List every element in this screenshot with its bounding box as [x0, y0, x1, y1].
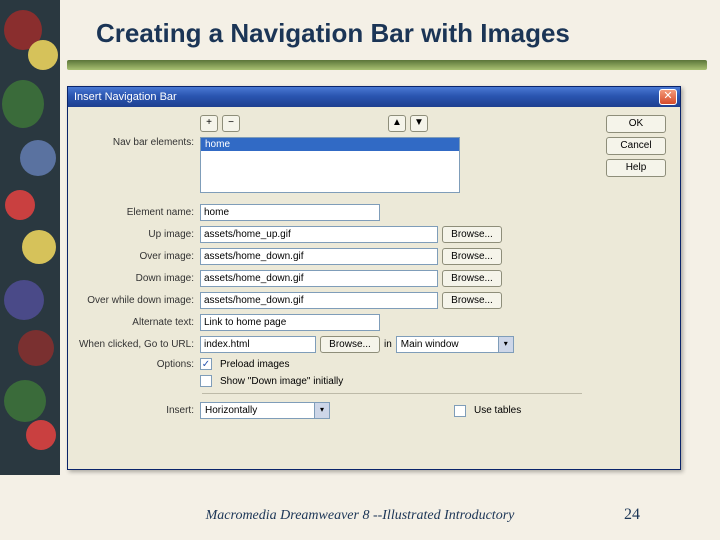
target-select-value: Main window — [397, 339, 498, 350]
navbar-element-selected[interactable]: home — [201, 138, 459, 151]
chevron-down-icon[interactable]: ▾ — [314, 403, 329, 418]
options-label: Options: — [72, 359, 200, 370]
move-down-button[interactable]: ▼ — [410, 115, 428, 132]
insert-navbar-dialog: Insert Navigation Bar ✕ + − ▲ ▼ Nav bar … — [67, 86, 681, 470]
element-name-input[interactable]: home — [200, 204, 380, 221]
slide-footer: Macromedia Dreamweaver 8 --Illustrated I… — [0, 508, 720, 524]
target-select[interactable]: Main window ▾ — [396, 336, 514, 353]
up-image-label: Up image: — [72, 229, 200, 240]
goto-url-label: When clicked, Go to URL: — [72, 339, 200, 350]
over-while-down-label: Over while down image: — [72, 295, 200, 306]
ok-button[interactable]: OK — [606, 115, 666, 133]
goto-url-input[interactable]: index.html — [200, 336, 316, 353]
alternate-text-label: Alternate text: — [72, 317, 200, 328]
close-icon[interactable]: ✕ — [659, 89, 677, 105]
alternate-text-input[interactable]: Link to home page — [200, 314, 380, 331]
goto-url-browse-button[interactable]: Browse... — [320, 336, 380, 353]
up-image-browse-button[interactable]: Browse... — [442, 226, 502, 243]
over-image-browse-button[interactable]: Browse... — [442, 248, 502, 265]
over-image-label: Over image: — [72, 251, 200, 262]
move-up-button[interactable]: ▲ — [388, 115, 406, 132]
decorative-sidebar — [0, 0, 60, 475]
slide-number: 24 — [624, 506, 640, 524]
divider — [202, 393, 582, 394]
navbar-elements-list[interactable]: home — [200, 137, 460, 193]
slide-title: Creating a Navigation Bar with Images — [96, 18, 570, 49]
add-element-button[interactable]: + — [200, 115, 218, 132]
preload-label: Preload images — [220, 359, 289, 370]
dialog-titlebar[interactable]: Insert Navigation Bar ✕ — [68, 87, 680, 107]
title-underline — [67, 60, 707, 70]
down-image-input[interactable]: assets/home_down.gif — [200, 270, 438, 287]
element-name-label: Element name: — [72, 207, 200, 218]
remove-element-button[interactable]: − — [222, 115, 240, 132]
in-label: in — [384, 339, 392, 350]
over-while-down-input[interactable]: assets/home_down.gif — [200, 292, 438, 309]
show-down-checkbox[interactable] — [200, 375, 212, 387]
over-while-down-browse-button[interactable]: Browse... — [442, 292, 502, 309]
down-image-browse-button[interactable]: Browse... — [442, 270, 502, 287]
cancel-button[interactable]: Cancel — [606, 137, 666, 155]
chevron-down-icon[interactable]: ▾ — [498, 337, 513, 352]
dialog-title: Insert Navigation Bar — [74, 91, 659, 103]
help-button[interactable]: Help — [606, 159, 666, 177]
insert-mode-value: Horizontally — [201, 405, 314, 416]
over-image-input[interactable]: assets/home_down.gif — [200, 248, 438, 265]
insert-mode-select[interactable]: Horizontally ▾ — [200, 402, 330, 419]
use-tables-label: Use tables — [474, 405, 521, 416]
navbar-elements-label: Nav bar elements: — [72, 137, 200, 148]
insert-label: Insert: — [72, 405, 200, 416]
down-image-label: Down image: — [72, 273, 200, 284]
preload-checkbox[interactable]: ✓ — [200, 358, 212, 370]
use-tables-checkbox[interactable] — [454, 405, 466, 417]
show-down-label: Show "Down image" initially — [220, 376, 343, 387]
up-image-input[interactable]: assets/home_up.gif — [200, 226, 438, 243]
